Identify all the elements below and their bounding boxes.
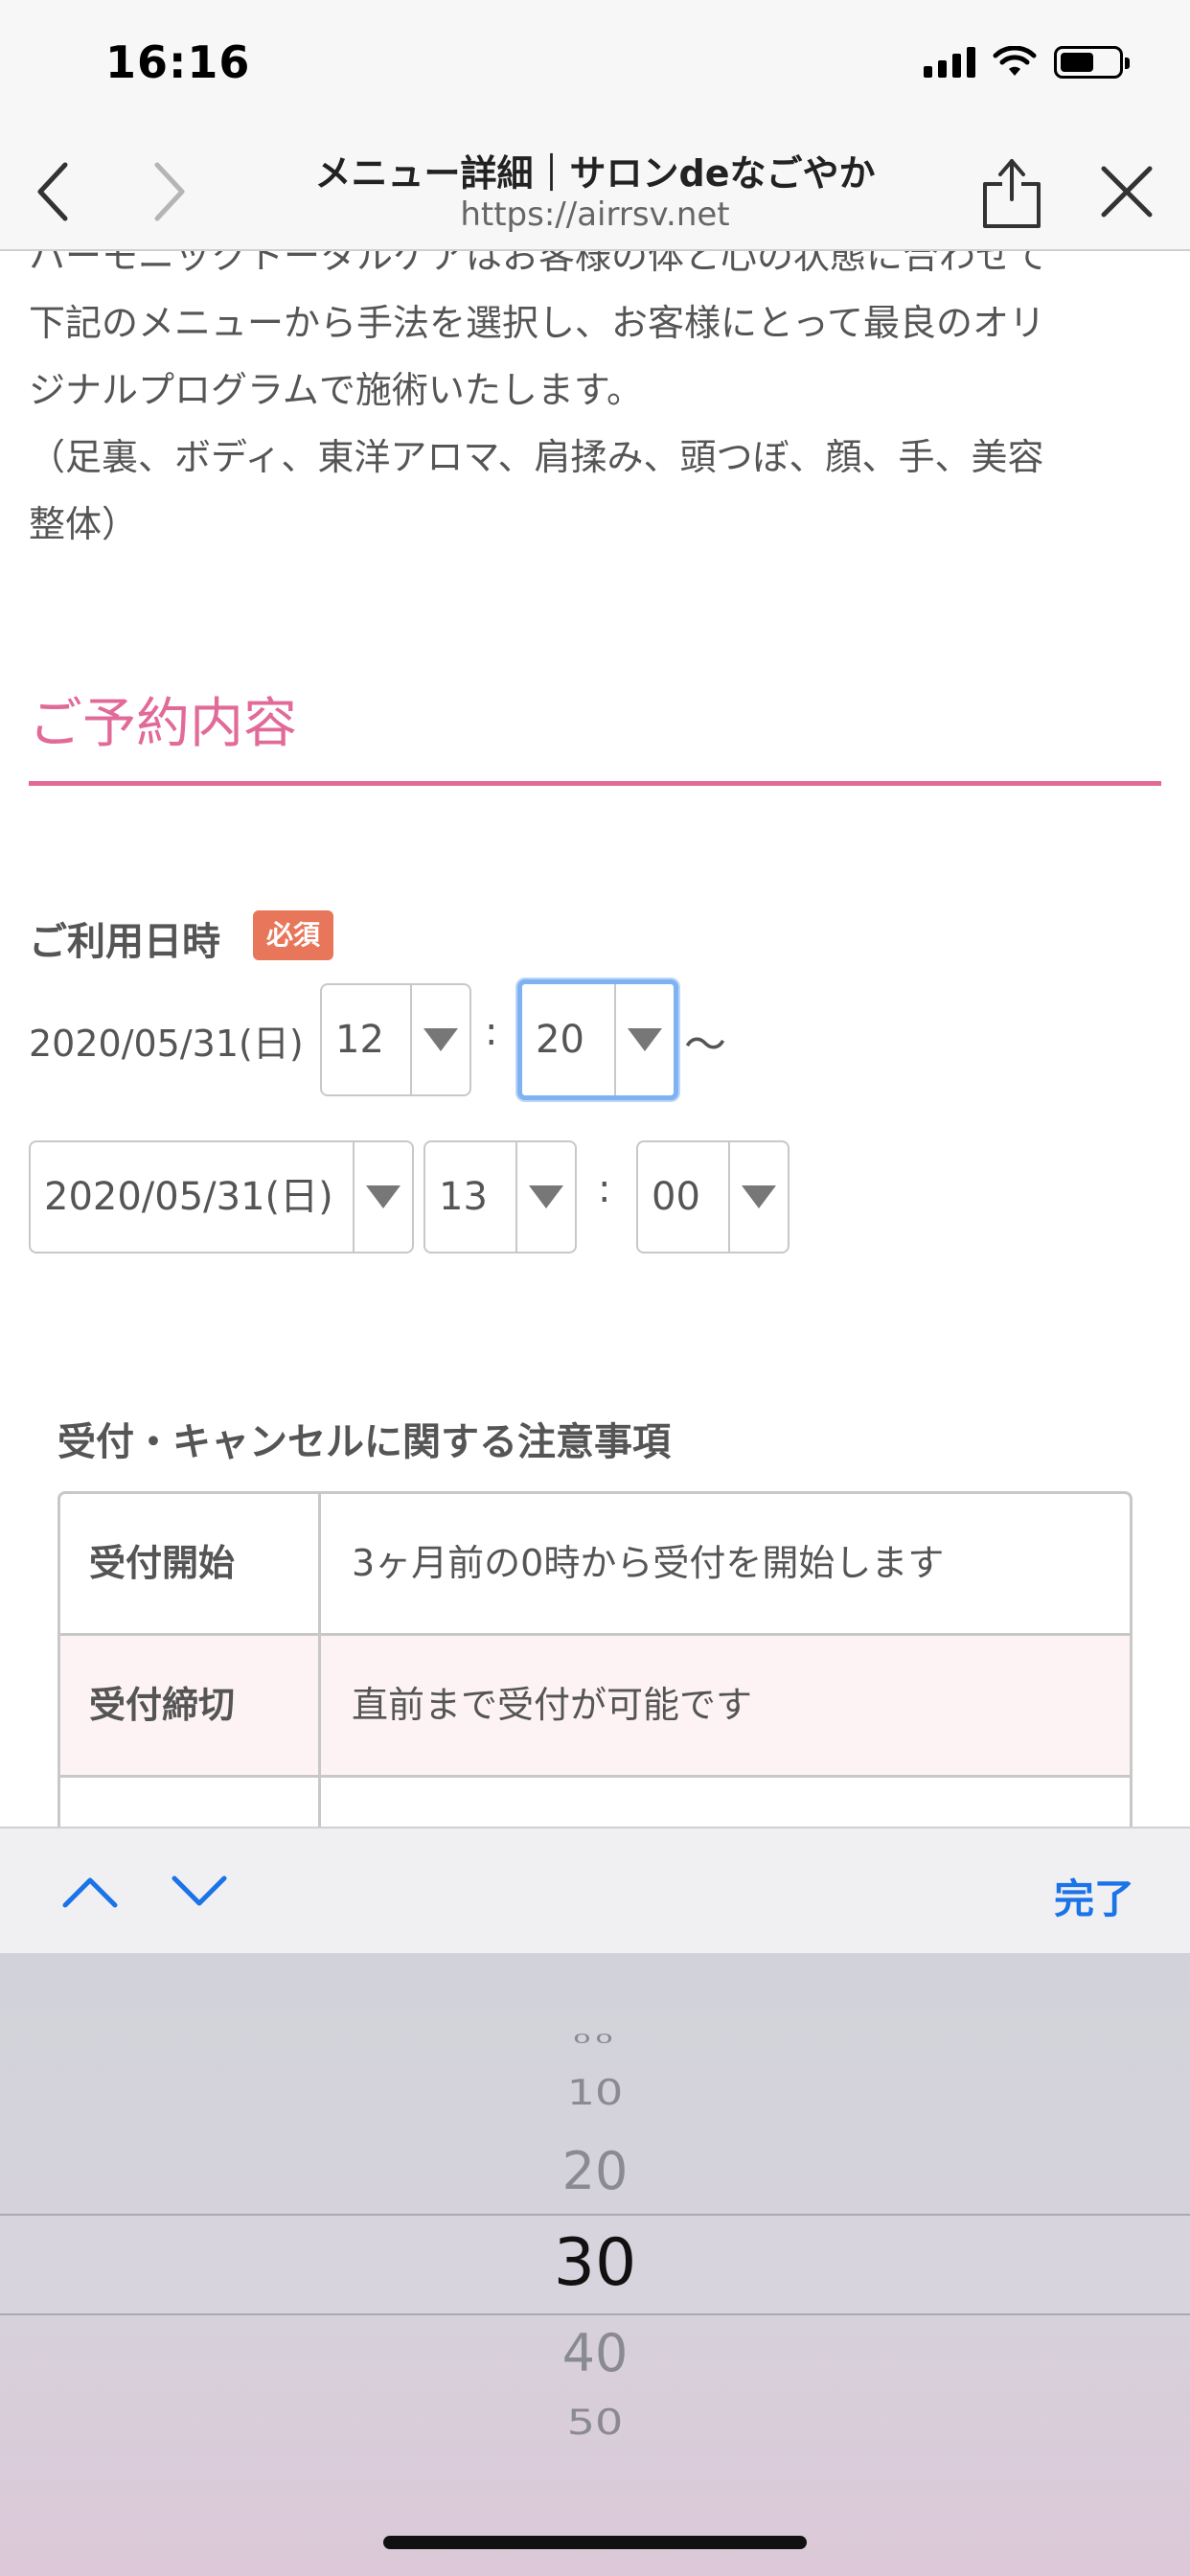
- section-divider: [29, 781, 1161, 786]
- start-hour-value: 12: [335, 1018, 384, 1062]
- wifi-icon: [993, 46, 1037, 76]
- dropdown-arrow-icon: [614, 984, 674, 1095]
- intro-line: ジナルプログラムで施術いたします。: [29, 369, 644, 411]
- picker-option[interactable]: 10: [0, 2071, 1190, 2112]
- picker-option-selected[interactable]: 30: [0, 2225, 1190, 2301]
- end-minute-value: 00: [652, 1175, 700, 1219]
- back-icon: [37, 162, 68, 221]
- browser-nav-bar: メニュー詳細｜サロンdeなごやか https://airrsv.net: [0, 126, 1190, 251]
- minute-picker-wheel[interactable]: 00 10 20 30 40 50: [0, 1953, 1190, 2576]
- intro-line: ハーモニックトータルケアはお客様の体と心の状態に合わせて: [29, 251, 1049, 277]
- range-tilde: 〜: [684, 1021, 726, 1070]
- status-icons: [924, 46, 1130, 79]
- page-content: ハーモニックトータルケアはお客様の体と心の状態に合わせて 下記のメニューから手法…: [0, 251, 1190, 1827]
- intro-line: 下記のメニューから手法を選択し、お客様にとって最良のオリ: [29, 302, 1045, 344]
- status-bar: 16:16: [0, 0, 1190, 126]
- dropdown-arrow-icon: [410, 985, 469, 1094]
- table-row: 受付締切 直前まで受付が可能です: [60, 1636, 1130, 1778]
- table-row-text: 直前まで受付が可能です: [352, 1684, 753, 1726]
- keyboard-accessory-bar: 完了: [0, 1827, 1190, 1953]
- start-minute-value: 20: [536, 1018, 584, 1062]
- chevron-up-icon: [62, 1877, 118, 1908]
- time-separator: :: [598, 1167, 611, 1211]
- table-row: キャンセル 24時間前までキャンセルが可能です: [60, 1778, 1130, 1827]
- table-row: 受付開始 3ヶ月前の0時から受付を開始します: [60, 1494, 1130, 1636]
- time-separator: :: [485, 1010, 498, 1054]
- page-title: メニュー詳細｜サロンdeなごやか: [314, 152, 876, 195]
- picker-option[interactable]: 40: [0, 2323, 1190, 2383]
- page-url: https://airrsv.net: [460, 196, 730, 234]
- start-date-text: 2020/05/31(日): [29, 1023, 304, 1065]
- intro-text: ハーモニックトータルケアはお客様の体と心の状態に合わせて 下記のメニューから手法…: [29, 251, 1161, 558]
- table-row-text: 24時間前までキャンセルが可能です: [321, 1778, 1130, 1827]
- section-heading: ご予約内容: [29, 693, 297, 755]
- signal-icon: [924, 47, 975, 78]
- status-time: 16:16: [105, 36, 251, 88]
- start-hour-select[interactable]: 12: [320, 983, 471, 1096]
- date-time-label: ご利用日時: [29, 920, 220, 964]
- notes-table: 受付開始 3ヶ月前の0時から受付を開始します 受付締切 直前まで受付が可能です …: [57, 1491, 1133, 1827]
- intro-line: （足裏、ボディ、東洋アロマ、肩揉み、頭つぼ、顔、手、美容: [29, 436, 1044, 478]
- previous-field-button[interactable]: [52, 1853, 128, 1930]
- forward-icon: [154, 162, 185, 221]
- end-hour-select[interactable]: 13: [423, 1140, 577, 1254]
- share-icon: [983, 159, 1041, 228]
- battery-icon: [1054, 46, 1130, 79]
- chevron-down-icon: [172, 1875, 227, 1906]
- end-date-select[interactable]: 2020/05/31(日): [29, 1140, 414, 1254]
- done-button[interactable]: 完了: [1054, 1867, 1134, 1925]
- required-badge: 必須: [253, 910, 334, 960]
- end-date-value: 2020/05/31(日): [44, 1175, 333, 1219]
- end-hour-value: 13: [439, 1175, 488, 1219]
- forward-button[interactable]: [130, 153, 207, 230]
- dropdown-arrow-icon: [515, 1142, 575, 1252]
- table-row-head: 受付開始: [60, 1494, 321, 1633]
- share-button[interactable]: [973, 153, 1050, 230]
- table-row-head: キャンセル: [60, 1778, 321, 1827]
- picker-option[interactable]: 50: [0, 2401, 1190, 2442]
- table-row-text: 3ヶ月前の0時から受付を開始します: [352, 1542, 945, 1584]
- dropdown-arrow-icon: [728, 1142, 788, 1252]
- table-row-head: 受付締切: [60, 1636, 321, 1775]
- close-button[interactable]: [1088, 153, 1165, 230]
- start-minute-select[interactable]: 20: [517, 979, 678, 1100]
- end-minute-select[interactable]: 00: [636, 1140, 790, 1254]
- dropdown-arrow-icon: [353, 1142, 412, 1252]
- picker-option[interactable]: 20: [0, 2141, 1190, 2201]
- next-field-button[interactable]: [161, 1853, 238, 1930]
- close-icon: [1101, 166, 1153, 218]
- home-indicator[interactable]: [383, 2536, 807, 2549]
- notes-title: 受付・キャンセルに関する注意事項: [57, 1420, 671, 1464]
- intro-line: 整体）: [29, 503, 139, 545]
- back-button[interactable]: [15, 153, 92, 230]
- picker-option[interactable]: 00: [0, 2032, 1190, 2047]
